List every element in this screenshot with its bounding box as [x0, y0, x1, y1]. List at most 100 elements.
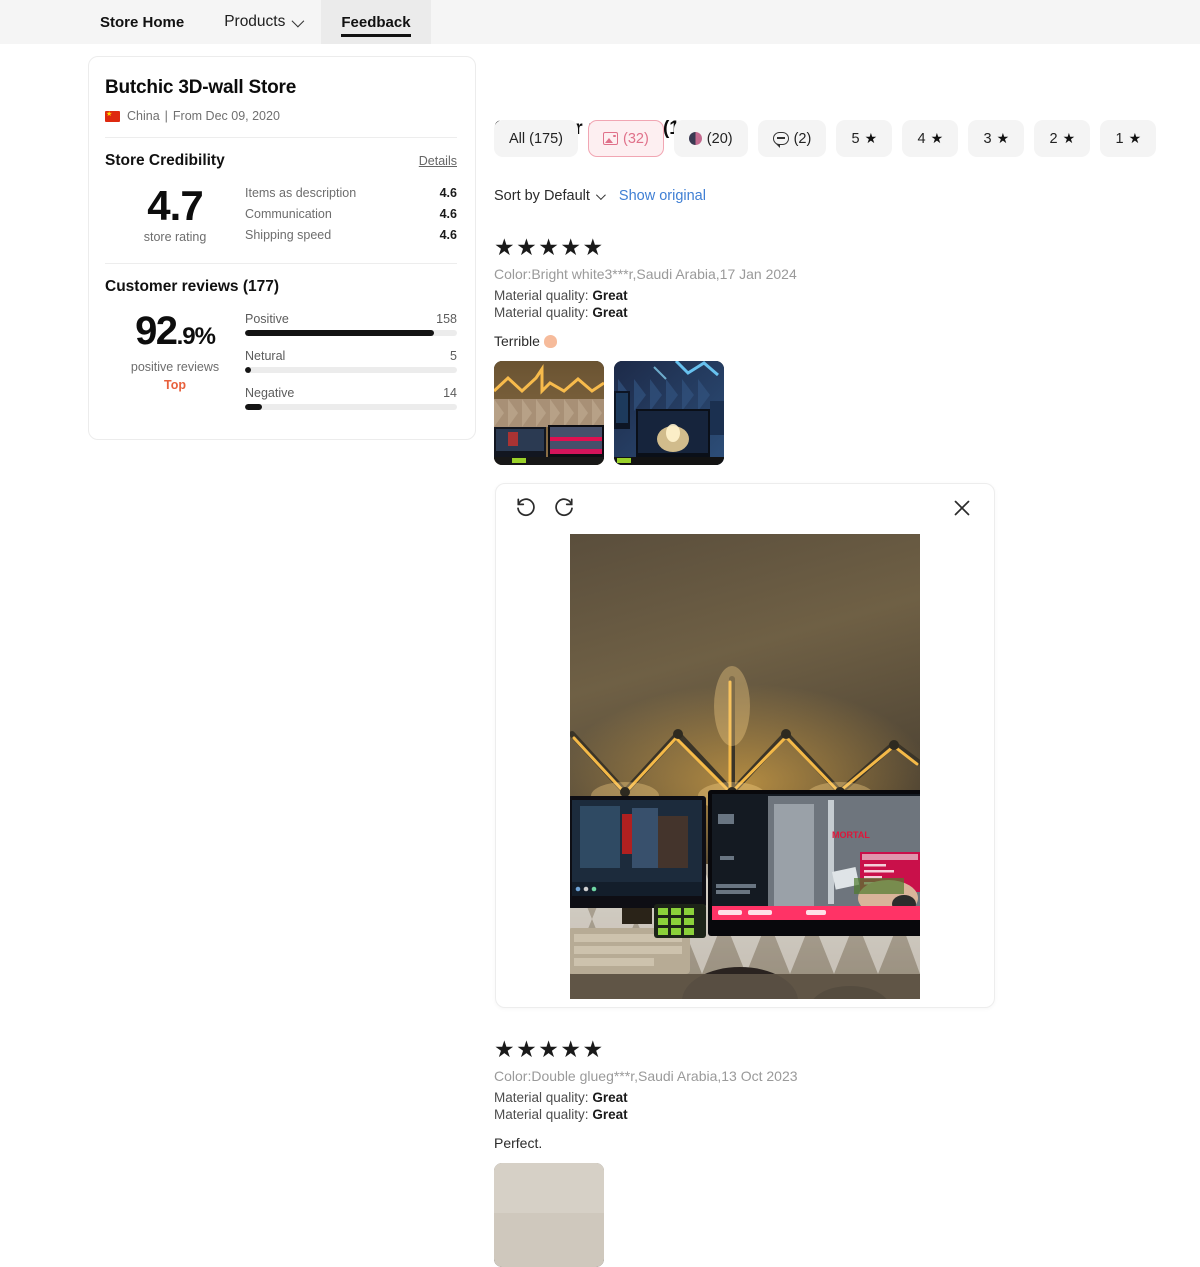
- store-info-card: Butchic 3D-wall Store China | From Dec 0…: [88, 56, 476, 440]
- close-icon[interactable]: [950, 496, 976, 522]
- nav-item-feedback[interactable]: Feedback: [321, 0, 431, 44]
- sort-by-label: Sort by Default: [494, 188, 590, 204]
- review-item: ★★★★★ Color:Double glueg***r,Saudi Arabi…: [494, 1036, 1154, 1267]
- filter-chip-label: 5: [851, 130, 860, 147]
- filter-chip-label: 1: [1115, 130, 1124, 147]
- lightbox-main-image[interactable]: MORTAL: [570, 534, 920, 999]
- bar-fill: [245, 367, 252, 373]
- credibility-metric-row: Communication 4.6: [245, 207, 457, 221]
- filter-chip-label: (32): [623, 130, 649, 147]
- filter-chip-with-videos[interactable]: (20): [673, 120, 748, 157]
- filter-chip-3-star[interactable]: 3 ★: [968, 120, 1025, 157]
- sentiment-bar-negative: Negative 14: [245, 386, 457, 410]
- star-icon: ★: [1128, 130, 1142, 146]
- image-lightbox-panel: MORTAL: [495, 483, 995, 1008]
- review-item: ★★★★★ Color:Bright white3***r,Saudi Arab…: [494, 234, 1154, 465]
- lightbox-toolbar: [496, 484, 994, 534]
- review-thumbnails: [494, 1163, 1154, 1267]
- sentiment-count: 5: [450, 349, 457, 363]
- nav-item-products[interactable]: Products: [204, 0, 321, 44]
- review-meta: Color:Bright white3***r,Saudi Arabia,17 …: [494, 266, 797, 282]
- star-icon: ★: [930, 130, 944, 146]
- review-thumbnail[interactable]: [494, 1163, 604, 1267]
- bar-fill: [245, 330, 434, 336]
- attribute-name: Material quality:: [494, 305, 589, 320]
- customer-reviews-summary-body: 92.9% positive reviews Top Positive 158: [105, 302, 457, 429]
- active-tab-underline: [341, 34, 411, 37]
- bar-track: [245, 367, 457, 373]
- filter-chip-label: (20): [706, 130, 733, 147]
- thumbnail-image-1: [494, 361, 604, 465]
- review-star-rating: ★★★★★: [494, 234, 605, 260]
- thumbnail-image-2: [614, 361, 724, 465]
- filter-chip-with-images[interactable]: (32): [588, 120, 664, 157]
- review-attribute: Material quality: Great: [494, 1107, 1154, 1122]
- review-body-text: Terrible: [494, 333, 540, 349]
- divider: [105, 263, 457, 264]
- metric-name: Shipping speed: [245, 228, 332, 242]
- star-icon: ★: [996, 130, 1010, 146]
- filter-chip-with-comments[interactable]: (2): [757, 120, 827, 157]
- divider: [105, 137, 457, 138]
- thumbnail-image-3: [494, 1163, 604, 1267]
- sentiment-label: Negative: [245, 386, 295, 400]
- metric-value: 4.6: [439, 207, 457, 221]
- svg-text:MORTAL: MORTAL: [832, 830, 870, 840]
- store-credibility-body: 4.7 store rating Items as description 4.…: [105, 176, 457, 263]
- bar-fill: [245, 404, 262, 410]
- sentiment-bar-netural: Netural 5: [245, 349, 457, 373]
- review-filter-chips: All (175) (32) (20) (2) 5 ★ 4 ★ 3 ★ 2 ★ …: [494, 120, 1157, 157]
- attribute-value: Great: [592, 1107, 628, 1122]
- store-credibility-title: Store Credibility: [105, 152, 225, 169]
- review-meta: Color:Double glueg***r,Saudi Arabia,13 O…: [494, 1068, 798, 1084]
- review-thumbnail[interactable]: [494, 361, 604, 465]
- review-body-text: Perfect.: [494, 1135, 543, 1151]
- chevron-down-icon: [291, 14, 305, 27]
- filter-chip-4-star[interactable]: 4 ★: [902, 120, 959, 157]
- reviews-sort-row: Sort by Default Show original: [494, 188, 706, 204]
- review-thumbnail[interactable]: [614, 361, 724, 465]
- metric-name: Communication: [245, 207, 332, 221]
- store-rating-value: 4.7: [147, 182, 203, 229]
- review-body-row: Perfect.: [494, 1135, 1154, 1151]
- image-icon: [603, 132, 618, 145]
- show-original-link[interactable]: Show original: [619, 188, 706, 204]
- credibility-metric-row: Shipping speed 4.6: [245, 228, 457, 242]
- nav-item-label: Feedback: [341, 13, 411, 31]
- filter-chip-label: 3: [983, 130, 992, 147]
- nav-item-label: Store Home: [100, 13, 185, 31]
- chevron-down-icon: [595, 189, 606, 200]
- bar-track: [245, 330, 457, 336]
- store-since: From Dec 09, 2020: [172, 109, 280, 123]
- customer-reviews-summary-header: Customer reviews (177): [105, 278, 457, 296]
- video-icon: [688, 132, 702, 145]
- filter-chip-1-star[interactable]: 1 ★: [1100, 120, 1157, 157]
- attribute-name: Material quality:: [494, 1090, 589, 1105]
- positive-percent-caption: positive reviews: [130, 360, 220, 374]
- credibility-details-link[interactable]: Details: [419, 154, 457, 168]
- sentiment-bar-positive: Positive 158: [245, 312, 457, 336]
- attribute-value: Great: [592, 288, 628, 303]
- nav-item-label: Products: [224, 13, 286, 30]
- lightbox-photo: MORTAL: [570, 534, 920, 999]
- bar-track: [245, 404, 457, 410]
- attribute-value: Great: [592, 1090, 628, 1105]
- nav-item-store-home[interactable]: Store Home: [80, 0, 204, 44]
- sentiment-label: Netural: [245, 349, 286, 363]
- metric-name: Items as description: [245, 186, 357, 200]
- store-credibility-header: Store Credibility Details: [105, 152, 457, 170]
- review-body-row: Terrible: [494, 333, 1154, 349]
- attribute-name: Material quality:: [494, 288, 589, 303]
- filter-chip-5-star[interactable]: 5 ★: [836, 120, 893, 157]
- store-title: Butchic 3D-wall Store: [105, 77, 297, 98]
- rotate-right-icon[interactable]: [552, 496, 578, 522]
- positive-percent-block: 92.9% positive reviews Top: [105, 310, 245, 392]
- filter-chip-label: (2): [793, 130, 812, 147]
- store-country: China: [127, 109, 160, 123]
- sentiment-count: 14: [443, 386, 457, 400]
- filter-chip-2-star[interactable]: 2 ★: [1034, 120, 1091, 157]
- sort-by-dropdown[interactable]: Sort by Default: [494, 188, 606, 204]
- rotate-left-icon[interactable]: [514, 496, 540, 522]
- sentiment-count: 158: [436, 312, 457, 326]
- filter-chip-all[interactable]: All (175): [494, 120, 578, 157]
